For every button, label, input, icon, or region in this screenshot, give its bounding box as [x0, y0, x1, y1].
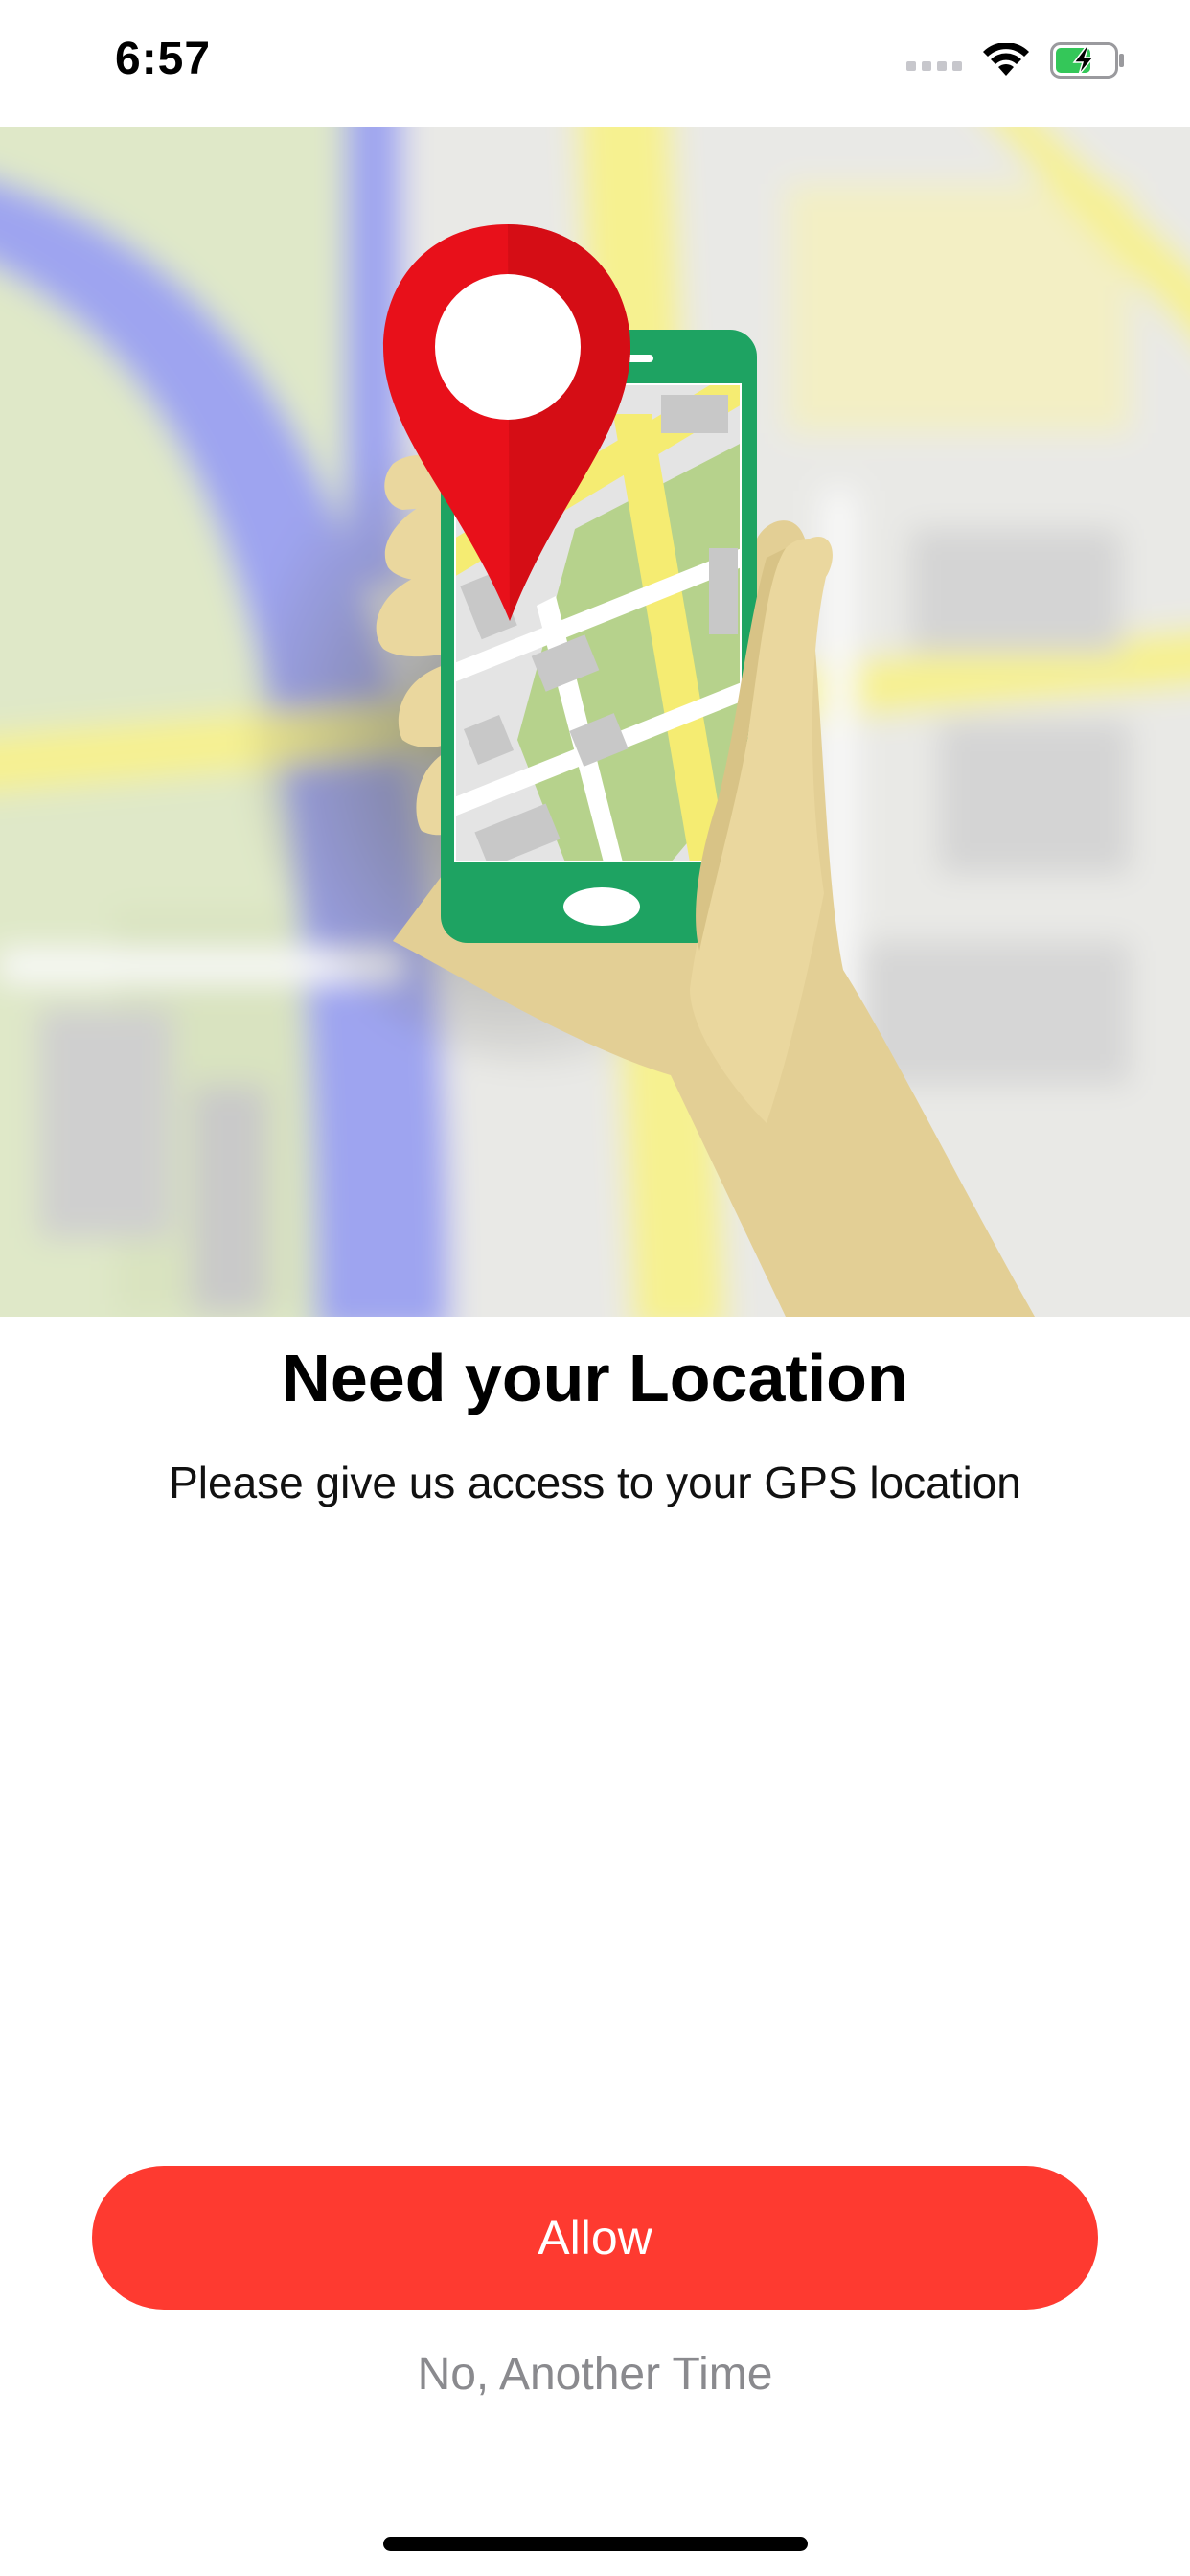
status-icons	[906, 42, 1127, 79]
no-another-time-button[interactable]: No, Another Time	[0, 2348, 1190, 2401]
status-bar: 6:57	[0, 0, 1190, 126]
status-time: 6:57	[115, 34, 212, 84]
cellular-signal-icon	[906, 61, 962, 71]
wifi-icon	[983, 43, 1029, 76]
page-title: Need your Location	[282, 1341, 908, 1415]
location-permission-screen: 6:57 Need your Location Please give us a…	[0, 0, 1190, 2576]
page-subtitle: Please give us access to your GPS locati…	[169, 1458, 1021, 1507]
home-indicator[interactable]	[383, 2537, 808, 2551]
hero-illustration	[0, 126, 1190, 1317]
battery-charging-icon	[1050, 42, 1124, 79]
allow-button[interactable]: Allow	[92, 2166, 1098, 2310]
